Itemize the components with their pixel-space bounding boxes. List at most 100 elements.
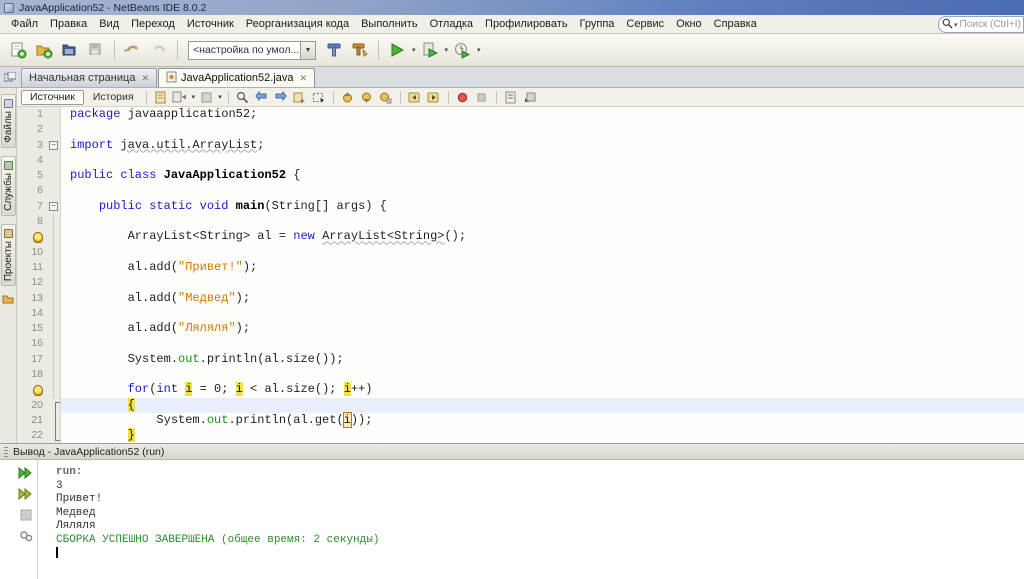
close-tab-icon[interactable]: ✕ <box>300 73 308 84</box>
code-line[interactable]: 15 al.add("Ляляля"); <box>17 321 1024 336</box>
line-number[interactable]: 6 <box>17 183 47 198</box>
fold-margin[interactable] <box>47 260 61 275</box>
line-number[interactable]: 1 <box>17 107 47 122</box>
code-text-area[interactable] <box>61 122 1024 137</box>
back-dropdown-icon[interactable]: ▾ <box>192 93 196 101</box>
line-number[interactable]: 12 <box>17 275 47 290</box>
code-line[interactable]: 4 <box>17 153 1024 168</box>
toggle-bookmark-icon[interactable] <box>378 90 394 105</box>
history-view-button[interactable]: История <box>87 91 140 103</box>
line-number[interactable]: 4 <box>17 153 47 168</box>
find-selection-icon[interactable] <box>235 90 251 105</box>
code-text-area[interactable] <box>61 275 1024 290</box>
menu-navigate[interactable]: Переход <box>125 16 181 32</box>
code-line[interactable]: 10 <box>17 245 1024 260</box>
code-text-area[interactable] <box>61 153 1024 168</box>
rerun-with-options-button[interactable] <box>17 486 34 501</box>
code-text-area[interactable]: import java.util.ArrayList; <box>61 138 1024 153</box>
undo-button[interactable] <box>121 38 145 62</box>
fold-margin[interactable] <box>47 275 61 290</box>
ant-settings-icon[interactable] <box>17 528 34 543</box>
tab-start-page[interactable]: Начальная страница ✕ <box>21 68 157 87</box>
menu-window[interactable]: Окно <box>670 16 708 32</box>
stop-button[interactable] <box>17 507 34 522</box>
run-project-button[interactable] <box>385 38 409 62</box>
open-project-button[interactable] <box>58 38 82 62</box>
code-text-area[interactable]: for(int i = 0; i < al.size(); i++) <box>61 382 1024 397</box>
last-edit-position-icon[interactable] <box>153 90 169 105</box>
close-tab-icon[interactable]: ✕ <box>141 73 149 84</box>
previous-occurrence-icon[interactable] <box>254 90 270 105</box>
fold-collapse-icon[interactable]: − <box>49 202 58 211</box>
fold-margin[interactable]: − <box>47 138 61 153</box>
fold-margin[interactable] <box>47 352 61 367</box>
uncomment-icon[interactable] <box>522 90 538 105</box>
code-text-area[interactable]: public class JavaApplication52 { <box>61 168 1024 183</box>
code-line[interactable]: 17 System.out.println(al.size()); <box>17 352 1024 367</box>
fold-margin[interactable] <box>47 367 61 382</box>
line-number[interactable]: 2 <box>17 122 47 137</box>
source-view-button[interactable]: Источник <box>21 90 84 105</box>
fold-margin[interactable] <box>47 382 61 397</box>
menu-team[interactable]: Группа <box>574 16 621 32</box>
line-number[interactable]: 14 <box>17 306 47 321</box>
output-console[interactable]: run:3Привет!МедведЛяляляСБОРКА УСПЕШНО З… <box>38 460 1024 579</box>
menu-edit[interactable]: Правка <box>44 16 93 32</box>
previous-bookmark-icon[interactable] <box>340 90 356 105</box>
code-line[interactable]: for(int i = 0; i < al.size(); i++) <box>17 382 1024 397</box>
line-number[interactable]: 18 <box>17 367 47 382</box>
combo-dropdown-icon[interactable]: ▼ <box>300 42 315 59</box>
menu-source[interactable]: Источник <box>181 16 240 32</box>
code-line[interactable]: 11 al.add("Привет!"); <box>17 260 1024 275</box>
code-text-area[interactable]: ArrayList<String> al = new ArrayList<Str… <box>61 229 1024 244</box>
code-text-area[interactable] <box>61 336 1024 351</box>
fold-margin[interactable] <box>47 153 61 168</box>
code-line[interactable]: 3−import java.util.ArrayList; <box>17 138 1024 153</box>
fold-margin[interactable] <box>47 306 61 321</box>
fold-margin[interactable] <box>47 229 61 244</box>
profile-project-button[interactable] <box>450 38 474 62</box>
menu-run[interactable]: Выполнить <box>355 16 423 32</box>
forward-icon[interactable] <box>198 90 214 105</box>
line-number[interactable]: 11 <box>17 260 47 275</box>
code-text-area[interactable]: System.out.println(al.get(i)); <box>61 413 1024 428</box>
clean-and-build-button[interactable] <box>348 38 372 62</box>
line-number[interactable]: 8 <box>17 214 47 229</box>
fold-margin[interactable] <box>47 398 61 413</box>
code-line[interactable]: 13 al.add("Медвед"); <box>17 291 1024 306</box>
next-bookmark-icon[interactable] <box>359 90 375 105</box>
start-macro-recording-icon[interactable] <box>455 90 471 105</box>
code-line[interactable]: 5 public class JavaApplication52 { <box>17 168 1024 183</box>
line-number[interactable]: 22 <box>17 428 47 443</box>
menu-file[interactable]: Файл <box>5 16 44 32</box>
code-text-area[interactable] <box>61 245 1024 260</box>
build-project-button[interactable] <box>322 38 346 62</box>
menu-refactor[interactable]: Реорганизация кода <box>240 16 355 32</box>
comment-icon[interactable] <box>503 90 519 105</box>
hint-bulb-icon[interactable] <box>33 232 43 243</box>
save-all-button[interactable] <box>84 38 108 62</box>
line-number[interactable]: 5 <box>17 168 47 183</box>
sidebar-tab-projects[interactable]: Проекты <box>1 224 16 286</box>
line-number[interactable] <box>17 382 47 397</box>
fold-margin[interactable] <box>47 291 61 306</box>
new-project-button[interactable] <box>32 38 56 62</box>
code-text-area[interactable]: { <box>61 398 1024 413</box>
redo-button[interactable] <box>147 38 171 62</box>
sidebar-tab-files[interactable]: Файлы <box>1 94 16 148</box>
quick-search-input[interactable]: ▾ Поиск (Ctrl+I) <box>938 16 1024 33</box>
fold-margin[interactable] <box>47 245 61 260</box>
fold-margin[interactable] <box>47 183 61 198</box>
code-line[interactable]: 22 } <box>17 428 1024 443</box>
code-line[interactable]: 8 <box>17 214 1024 229</box>
fold-margin[interactable] <box>47 321 61 336</box>
code-line[interactable]: 7− public static void main(String[] args… <box>17 199 1024 214</box>
menu-tools[interactable]: Сервис <box>620 16 670 32</box>
code-line[interactable]: 20 { <box>17 398 1024 413</box>
output-header[interactable]: Вывод - JavaApplication52 (run) <box>0 444 1024 460</box>
shift-right-icon[interactable] <box>426 90 442 105</box>
code-line[interactable]: 6 <box>17 183 1024 198</box>
code-line[interactable]: ArrayList<String> al = new ArrayList<Str… <box>17 229 1024 244</box>
menu-view[interactable]: Вид <box>93 16 125 32</box>
title-bar[interactable]: JavaApplication52 - NetBeans IDE 8.0.2 <box>0 0 1024 15</box>
